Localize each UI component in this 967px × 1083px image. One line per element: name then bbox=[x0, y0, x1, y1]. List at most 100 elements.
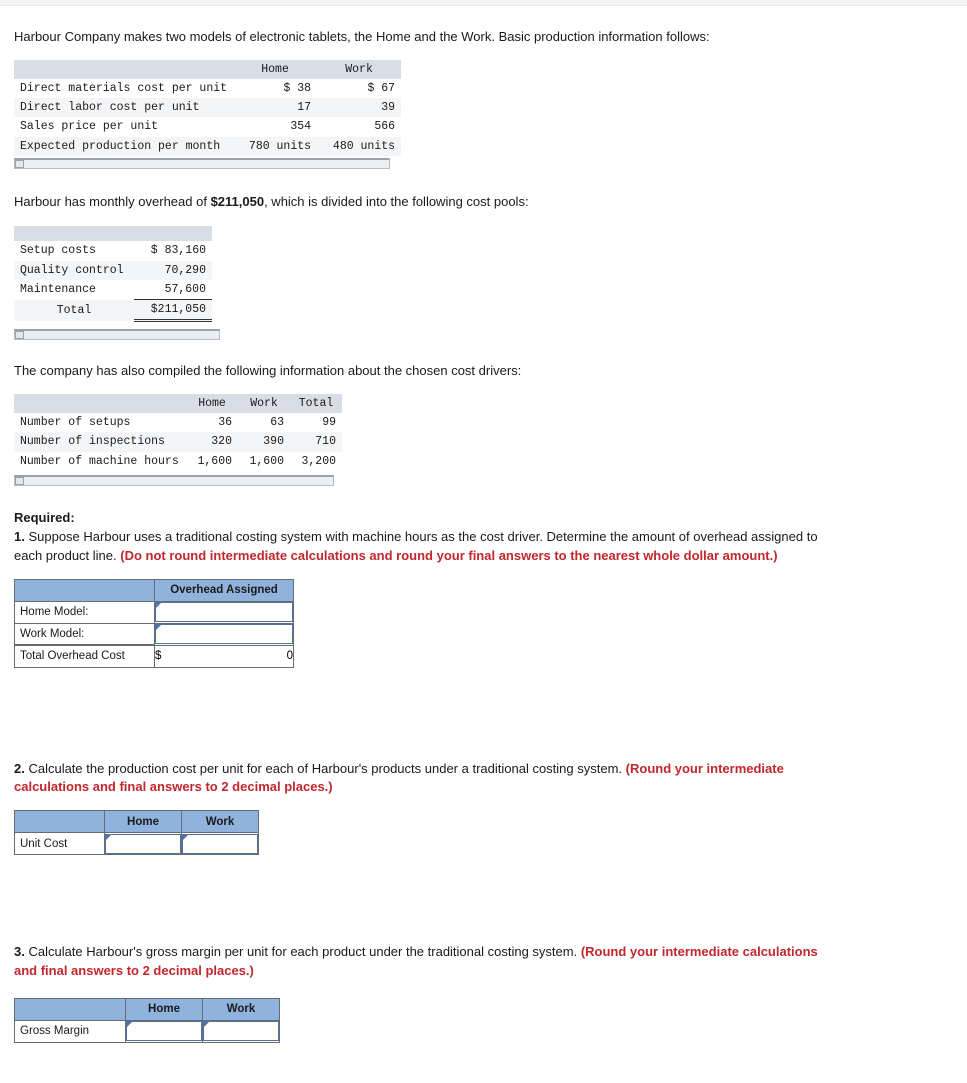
paragraph2-pre: Harbour has monthly overhead of bbox=[14, 193, 211, 209]
overhead-assigned-table: Overhead Assigned Home Model: Work Model… bbox=[14, 578, 294, 668]
table-row: Direct materials cost per unit $ 38 $ 67 bbox=[14, 78, 402, 99]
unit-cost-work-input[interactable] bbox=[182, 833, 258, 854]
gross-margin-home-input[interactable] bbox=[126, 1021, 202, 1042]
cell-total: 710 bbox=[290, 432, 342, 452]
input-cell-unit-cost-home[interactable] bbox=[104, 832, 182, 856]
cell-value: 57,600 bbox=[134, 279, 212, 301]
cost-pool-table-wrapper: Setup costs $ 83,160 Quality control 70,… bbox=[14, 226, 967, 341]
production-info-table: Home Work Direct materials cost per unit… bbox=[14, 59, 402, 156]
cell-total: 3,200 bbox=[290, 451, 342, 471]
question-3: 3. Calculate Harbour's gross margin per … bbox=[14, 943, 826, 981]
table-row: Number of setups 36 63 99 bbox=[14, 413, 342, 433]
cell-home: 780 units bbox=[233, 136, 318, 156]
cost-pool-table: Setup costs $ 83,160 Quality control 70,… bbox=[14, 226, 212, 323]
home-overhead-input[interactable] bbox=[155, 602, 293, 623]
table-row: Setup costs $ 83,160 bbox=[14, 241, 212, 261]
cell-home: 36 bbox=[186, 413, 238, 433]
total-overhead-value: 0 bbox=[286, 650, 293, 663]
total-value: $211,050 bbox=[134, 299, 212, 323]
cost-driver-table: Home Work Total Number of setups 36 63 9… bbox=[14, 393, 342, 471]
cell-home: 320 bbox=[186, 432, 238, 452]
production-info-table-wrapper: Home Work Direct materials cost per unit… bbox=[14, 59, 967, 169]
table-header-row: Overhead Assigned bbox=[14, 578, 294, 602]
input-cell-home-overhead[interactable] bbox=[154, 600, 294, 624]
col-header-blank bbox=[14, 997, 126, 1021]
row-label-home-model: Home Model: bbox=[14, 600, 155, 624]
row-label: Setup costs bbox=[14, 241, 134, 261]
unit-cost-home-input[interactable] bbox=[105, 833, 181, 854]
cell-total: 99 bbox=[290, 413, 342, 433]
unit-cost-table: Home Work Unit Cost bbox=[14, 810, 259, 856]
cell-home: 1,600 bbox=[186, 451, 238, 471]
scrollbar-thumb[interactable] bbox=[15, 159, 24, 168]
table-header-row: Home Work Total bbox=[14, 393, 342, 414]
total-label: Total bbox=[14, 299, 134, 321]
col-header-home: Home bbox=[104, 810, 182, 834]
table-row: Sales price per unit 354 566 bbox=[14, 117, 402, 137]
cell-work: 390 bbox=[238, 432, 290, 452]
work-overhead-input[interactable] bbox=[155, 624, 293, 645]
question-2-text: Calculate the production cost per unit f… bbox=[24, 760, 626, 776]
cost-driver-table-wrapper: Home Work Total Number of setups 36 63 9… bbox=[14, 393, 967, 486]
col-header-overhead-assigned: Overhead Assigned bbox=[154, 578, 294, 602]
cell-value: $ 83,160 bbox=[134, 241, 212, 261]
input-cell-unit-cost-work[interactable] bbox=[181, 832, 259, 856]
col-header-work: Work bbox=[181, 810, 259, 834]
question-3-number: 3. bbox=[14, 944, 25, 960]
table-row: Number of machine hours 1,600 1,600 3,20… bbox=[14, 451, 342, 471]
question-1-note: (Do not round intermediate calculations … bbox=[120, 547, 778, 563]
cell-work: $ 67 bbox=[317, 78, 402, 99]
question-1: 1. Suppose Harbour uses a traditional co… bbox=[14, 528, 826, 566]
table-row-home-model: Home Model: bbox=[14, 600, 294, 624]
required-heading: Required: bbox=[14, 509, 75, 525]
table-row: Expected production per month 780 units … bbox=[14, 136, 402, 156]
cell-work: 1,600 bbox=[238, 451, 290, 471]
table-header-row: Home Work bbox=[14, 810, 259, 834]
input-cell-work-overhead[interactable] bbox=[154, 622, 294, 646]
row-label: Expected production per month bbox=[14, 136, 234, 156]
gross-margin-table: Home Work Gross Margin bbox=[14, 997, 280, 1043]
question-3-text: Calculate Harbour's gross margin per uni… bbox=[24, 944, 581, 960]
table-header-row bbox=[14, 226, 212, 242]
total-overhead-cell: $ 0 bbox=[154, 644, 294, 668]
question-2: 2. Calculate the production cost per uni… bbox=[14, 760, 826, 798]
exercise-page: Harbour Company makes two models of elec… bbox=[0, 6, 967, 1083]
scrollbar-thumb[interactable] bbox=[15, 331, 24, 340]
row-label: Direct labor cost per unit bbox=[14, 98, 234, 118]
gross-margin-work-input[interactable] bbox=[203, 1021, 279, 1042]
intro-paragraph-2: Harbour has monthly overhead of $211,050… bbox=[14, 193, 967, 211]
intro-paragraph-1: Harbour Company makes two models of elec… bbox=[14, 29, 710, 44]
horizontal-scrollbar[interactable] bbox=[14, 329, 220, 341]
table-header-row: Home Work bbox=[14, 997, 280, 1021]
col-header-total: Total bbox=[290, 393, 342, 414]
intro-paragraph-3: The company has also compiled the follow… bbox=[14, 363, 522, 379]
question-1-number: 1. bbox=[14, 528, 25, 544]
horizontal-scrollbar[interactable] bbox=[14, 474, 334, 486]
paragraph2-post: , which is divided into the following co… bbox=[264, 193, 529, 209]
col-header-blank bbox=[14, 226, 134, 242]
table-header-row: Home Work bbox=[14, 59, 402, 79]
table-row: Quality control 70,290 bbox=[14, 260, 212, 280]
scrollbar-thumb[interactable] bbox=[15, 476, 24, 485]
row-label-unit-cost: Unit Cost bbox=[14, 832, 105, 856]
row-label: Number of setups bbox=[14, 413, 186, 433]
horizontal-scrollbar[interactable] bbox=[14, 157, 390, 169]
table-row: Direct labor cost per unit 17 39 bbox=[14, 98, 402, 118]
table-row-work-model: Work Model: bbox=[14, 622, 294, 646]
row-label: Number of inspections bbox=[14, 432, 186, 452]
row-label: Maintenance bbox=[14, 279, 134, 300]
table-row-total: Total Overhead Cost $ 0 bbox=[14, 644, 294, 668]
col-header-home: Home bbox=[186, 393, 238, 414]
col-header-work: Work bbox=[202, 997, 280, 1021]
col-header-blank bbox=[14, 810, 105, 834]
currency-symbol: $ bbox=[155, 650, 162, 663]
col-header-home: Home bbox=[125, 997, 203, 1021]
row-label-total-overhead-cost: Total Overhead Cost bbox=[14, 644, 155, 668]
row-label: Quality control bbox=[14, 260, 134, 280]
table-row-unit-cost: Unit Cost bbox=[14, 832, 259, 856]
col-header-work: Work bbox=[238, 393, 290, 414]
cell-work: 566 bbox=[317, 117, 402, 137]
row-label: Direct materials cost per unit bbox=[14, 78, 234, 99]
table-row: Number of inspections 320 390 710 bbox=[14, 432, 342, 452]
col-header-blank bbox=[14, 59, 234, 79]
